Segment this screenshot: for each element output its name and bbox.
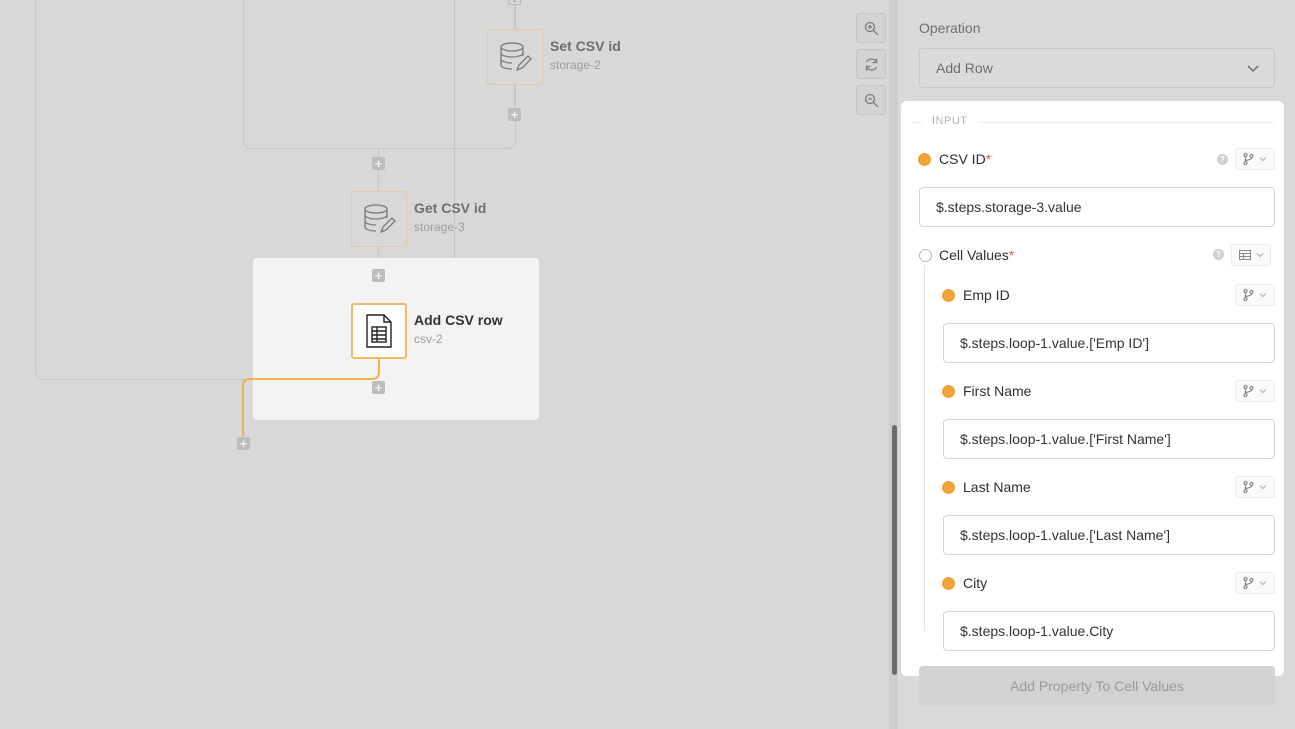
field-label-city: City [963,575,988,591]
input-section-header: INPUT [912,115,1274,127]
help-icon[interactable]: ? [1217,154,1228,165]
cell-values-mode-toggle[interactable] [1231,244,1271,266]
flow-canvas[interactable]: + Set CSV id storage-2 + + Get CSV id st… [0,0,889,729]
field-mode-toggle[interactable] [1235,380,1275,402]
table-icon [1238,250,1251,260]
field-input-last-name[interactable]: $.steps.loop-1.value.['Last Name'] [943,515,1275,555]
branch-icon [1243,289,1254,301]
step-config-panel: Operation Add Row INPUT CSV ID* ? $.step… [889,0,1295,729]
csv-id-mode-toggle[interactable] [1235,148,1275,170]
chevron-down-icon [1256,253,1263,258]
field-status-dot [942,289,955,302]
field-input-emp-id[interactable]: $.steps.loop-1.value.['Emp ID'] [943,323,1275,363]
branch-icon [1243,153,1254,165]
reset-view-button[interactable] [856,49,886,79]
help-icon[interactable]: ? [1213,249,1224,260]
zoom-in-button[interactable] [856,13,886,43]
operation-value: Add Row [936,60,993,76]
csv-id-status-dot [918,153,931,166]
chevron-down-icon [1259,389,1267,394]
cell-values-tree-line [924,265,925,631]
field-label-last-name: Last Name [963,479,1031,495]
field-mode-toggle[interactable] [1235,476,1275,498]
cell-values-label: Cell Values* [939,247,1015,263]
operation-label: Operation [919,20,981,36]
field-label-emp-id: Emp ID [963,287,1010,303]
field-mode-toggle[interactable] [1235,572,1275,594]
field-status-dot [942,481,955,494]
scrollbar-thumb[interactable] [892,425,897,675]
field-label-first-name: First Name [963,383,1032,399]
branch-icon [1243,577,1254,589]
operation-select[interactable]: Add Row [919,48,1275,88]
zoom-out-button[interactable] [856,85,886,115]
add-property-button[interactable]: Add Property To Cell Values [919,666,1275,706]
zoom-in-icon [864,21,878,35]
field-status-dot [942,385,955,398]
field-status-dot [942,577,955,590]
field-mode-toggle[interactable] [1235,284,1275,306]
chevron-down-icon [1247,65,1259,73]
chevron-down-icon [1259,157,1267,162]
chevron-down-icon [1259,293,1267,298]
input-section-label: INPUT [922,115,978,127]
chevron-down-icon [1259,581,1267,586]
reset-icon [865,57,877,71]
chevron-down-icon [1259,485,1267,490]
field-input-city[interactable]: $.steps.loop-1.value.City [943,611,1275,651]
add-step-icon[interactable]: + [237,437,250,450]
active-connector [242,358,380,436]
cell-values-status-dot [919,249,932,262]
scrollbar-track[interactable] [889,0,898,729]
csv-id-input[interactable]: $.steps.storage-3.value [919,187,1275,227]
csv-id-label: CSV ID* [939,151,992,167]
input-section: INPUT CSV ID* ? $.steps.storage-3.value … [901,101,1284,676]
branch-icon [1243,385,1254,397]
branch-icon [1243,481,1254,493]
field-input-first-name[interactable]: $.steps.loop-1.value.['First Name'] [943,419,1275,459]
zoom-out-icon [864,93,878,107]
